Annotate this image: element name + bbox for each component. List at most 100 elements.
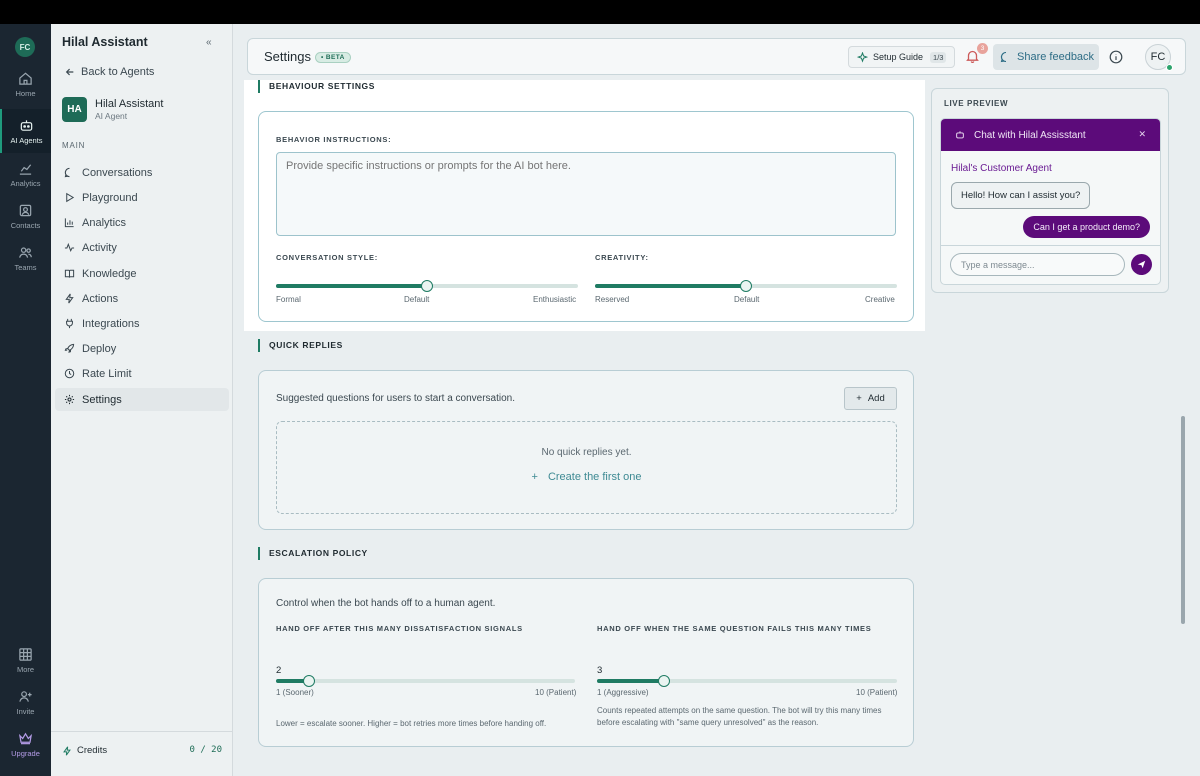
behaviour-card: BEHAVIOR INSTRUCTIONS: CONVERSATION STYL… — [258, 111, 914, 322]
signals-label: HAND OFF AFTER THIS MANY DISSATISFACTION… — [276, 624, 523, 633]
sidebar-item-label: Knowledge — [82, 267, 137, 280]
rail-item-more[interactable]: More — [0, 638, 51, 682]
rail-item-invite[interactable]: Invite — [0, 680, 51, 724]
credits-text: Credits — [77, 745, 108, 756]
empty-state-text: No quick replies yet. — [541, 447, 632, 458]
sidebar-item-label: Settings — [82, 393, 122, 406]
slider-fill — [595, 284, 746, 288]
credits-count: 0 / 20 — [189, 745, 222, 755]
rail-label: AI Agents — [10, 135, 43, 145]
top-black-bar — [0, 0, 1200, 24]
add-quick-reply-button[interactable]: + Add — [844, 387, 897, 410]
sidebar-item-label: Playground — [82, 191, 138, 204]
conversation-style-label: CONVERSATION STYLE: — [276, 253, 378, 262]
sidebar-item-label: Analytics — [82, 216, 127, 229]
arrow-left-icon — [65, 68, 74, 76]
bolt-icon — [63, 746, 71, 755]
rail-item-contacts[interactable]: Contacts — [0, 194, 51, 238]
rail-item-analytics[interactable]: Analytics — [0, 152, 51, 196]
rail-item-teams[interactable]: Teams — [0, 236, 51, 280]
close-icon[interactable]: ✕ — [1138, 129, 1146, 140]
sidebar-item-integrations[interactable]: Integrations — [55, 312, 229, 335]
home-icon — [19, 72, 32, 85]
rail-label: Contacts — [10, 220, 41, 230]
play-icon — [66, 192, 75, 203]
escalation-description: Control when the bot hands off to a huma… — [276, 598, 496, 609]
agent-type: AI Agent — [95, 111, 128, 121]
failures-min-label: 1 (Aggressive) — [597, 688, 649, 697]
escalation-section-title: ESCALATION POLICY — [258, 547, 368, 560]
workspace-avatar[interactable]: FC — [15, 37, 35, 57]
sidebar-item-label: Actions — [82, 292, 119, 305]
chat-message-input[interactable]: Type a message... — [950, 253, 1125, 276]
sidebar-section-label: MAIN — [62, 141, 86, 150]
sidebar-item-activity[interactable]: Activity — [55, 236, 229, 259]
collapse-sidebar-icon[interactable]: « — [206, 37, 212, 48]
rail-item-upgrade[interactable]: Upgrade — [0, 722, 51, 766]
signals-slider[interactable] — [276, 675, 575, 687]
page-title: Settings — [264, 49, 311, 64]
slider-fill — [276, 284, 427, 288]
robot-icon — [20, 119, 33, 131]
bolt-icon — [65, 293, 74, 304]
rail-item-home[interactable]: Home — [0, 62, 51, 106]
slider-thumb[interactable] — [421, 280, 433, 292]
agent-sidebar: Hilal Assistant « Back to Agents HA Hila… — [51, 24, 233, 776]
chat-agent-name: Hilal's Customer Agent — [951, 163, 1052, 174]
message-icon — [1000, 51, 1007, 63]
slider-thumb[interactable] — [740, 280, 752, 292]
notification-count: 3 — [977, 43, 988, 54]
creativity-mid-label: Default — [734, 295, 760, 304]
sidebar-item-label: Integrations — [82, 317, 140, 330]
failures-slider[interactable] — [597, 675, 897, 687]
crown-icon — [18, 732, 33, 744]
setup-guide-button[interactable]: Setup Guide 1/3 — [848, 46, 955, 68]
creativity-label: CREATIVITY: — [595, 253, 649, 262]
rail-item-ai-agents[interactable]: AI Agents — [0, 109, 51, 153]
credits-label[interactable]: Credits — [62, 745, 107, 756]
send-icon — [1137, 260, 1146, 269]
signals-value: 2 — [276, 665, 282, 676]
chat-widget-preview: Chat with Hilal Assisstant ✕ Hilal's Cus… — [940, 118, 1161, 285]
chat-header: Chat with Hilal Assisstant — [941, 119, 1160, 151]
analytics-icon — [19, 163, 32, 175]
sidebar-item-label: Activity — [82, 241, 117, 254]
chat-title: Chat with Hilal Assisstant — [974, 129, 1086, 141]
sidebar-title: Hilal Assistant — [62, 35, 148, 49]
slider-thumb[interactable] — [658, 675, 670, 687]
quick-replies-card: Suggested questions for users to start a… — [258, 370, 914, 530]
slider-fill — [597, 679, 664, 683]
gear-icon — [64, 394, 75, 405]
sidebar-item-conversations[interactable]: Conversations — [55, 161, 229, 184]
send-button[interactable] — [1131, 254, 1152, 275]
back-label: Back to Agents — [81, 66, 155, 78]
book-icon — [64, 269, 75, 278]
sidebar-item-knowledge[interactable]: Knowledge — [55, 262, 229, 285]
chat-divider — [941, 245, 1160, 246]
failures-note: Counts repeated attempts on the same que… — [597, 706, 882, 727]
info-icon[interactable] — [1109, 50, 1123, 64]
invite-icon — [19, 690, 32, 702]
sidebar-item-settings[interactable]: Settings — [55, 388, 229, 411]
share-feedback-button[interactable]: Share feedback — [993, 44, 1099, 70]
slider-thumb[interactable] — [303, 675, 315, 687]
create-first-reply-link[interactable]: + Create the first one — [277, 471, 896, 483]
sidebar-item-label: Deploy — [82, 342, 117, 355]
sidebar-item-analytics[interactable]: Analytics — [55, 211, 229, 234]
sidebar-item-playground[interactable]: Playground — [55, 186, 229, 209]
behavior-instructions-input[interactable] — [276, 152, 896, 236]
rail-label: More — [16, 664, 35, 674]
creativity-slider[interactable] — [595, 280, 897, 292]
back-to-agents-link[interactable]: Back to Agents — [65, 66, 154, 78]
plus-icon: + — [856, 393, 862, 404]
quick-replies-empty-state: No quick replies yet. + Create the first … — [276, 421, 897, 514]
sidebar-item-actions[interactable]: Actions — [55, 287, 229, 310]
failures-value: 3 — [597, 665, 603, 676]
page-scrollbar[interactable] — [1181, 416, 1185, 624]
failures-label: HAND OFF WHEN THE SAME QUESTION FAILS TH… — [597, 624, 872, 633]
user-message: Can I get a product demo? — [1023, 216, 1150, 238]
style-mid-label: Default — [404, 295, 430, 304]
conversation-style-slider[interactable] — [276, 280, 578, 292]
sidebar-item-deploy[interactable]: Deploy — [55, 337, 229, 360]
sidebar-item-rate-limit[interactable]: Rate Limit — [55, 362, 229, 385]
